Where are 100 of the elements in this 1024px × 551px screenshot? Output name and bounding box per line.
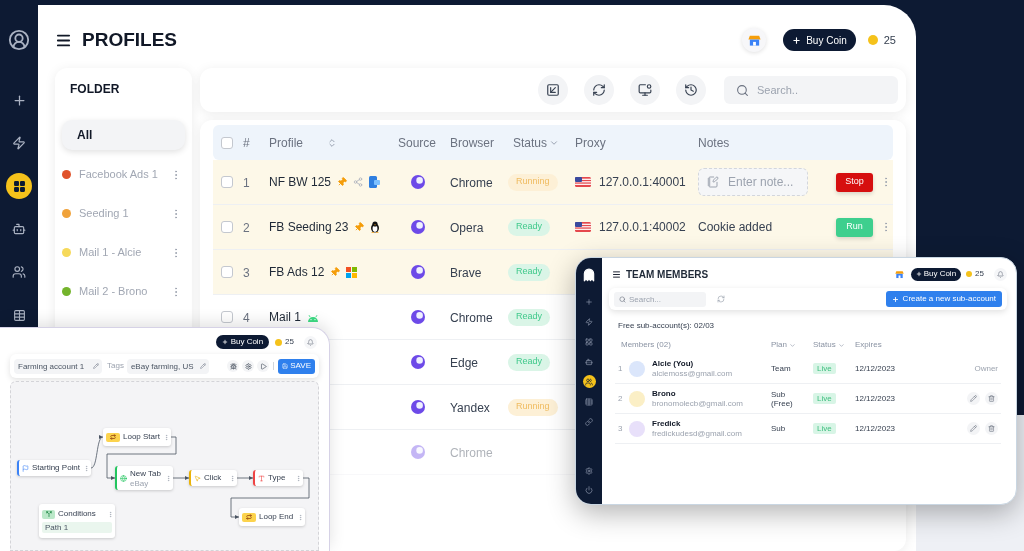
column-header: Source bbox=[398, 134, 437, 152]
delete-button[interactable] bbox=[985, 422, 998, 435]
profile-name: NF BW 125 bbox=[269, 174, 331, 191]
create-sub-account-button[interactable]: Create a new sub-account bbox=[885, 291, 1002, 307]
workflow-node[interactable]: Type bbox=[253, 470, 303, 486]
note-input-field[interactable]: Enter note... bbox=[698, 168, 808, 196]
source-logo-icon bbox=[410, 310, 425, 324]
proxy-address: 127.0.0.1:40002 bbox=[599, 219, 686, 236]
lightning-icon bbox=[12, 136, 26, 150]
browser-name: Opera bbox=[450, 221, 484, 235]
node-title: Conditions bbox=[58, 509, 96, 519]
robot-icon bbox=[12, 222, 26, 236]
status-badge: Ready bbox=[508, 218, 550, 236]
grid-icon bbox=[585, 337, 593, 346]
monitor-button[interactable] bbox=[630, 75, 660, 105]
save-icon bbox=[282, 363, 289, 369]
tags-input-field[interactable]: eBay farming, US bbox=[126, 358, 209, 374]
coin-icon bbox=[966, 271, 973, 277]
source-logo-icon bbox=[410, 220, 425, 234]
pencil-icon bbox=[93, 363, 99, 369]
stop-button[interactable]: Stop bbox=[836, 172, 873, 192]
flag-icon bbox=[575, 177, 591, 187]
grid-icon bbox=[12, 179, 26, 193]
window-title: TEAM MEMBERS bbox=[626, 267, 709, 282]
bell-icon bbox=[997, 270, 1004, 278]
branch-icon bbox=[42, 509, 55, 519]
column-header: Notes bbox=[698, 134, 730, 152]
member-name: Fredick bbox=[652, 418, 682, 429]
workflow-node[interactable]: Loop End bbox=[239, 508, 305, 526]
note-text: Cookie added bbox=[698, 219, 773, 236]
save-button[interactable]: SAVE bbox=[278, 358, 315, 374]
shop-icon[interactable] bbox=[894, 269, 905, 279]
sort-icon[interactable] bbox=[327, 137, 337, 148]
share-icon bbox=[353, 177, 363, 187]
loop-icon bbox=[242, 512, 256, 522]
shop-icon[interactable] bbox=[742, 28, 767, 52]
search-field[interactable]: Search.. bbox=[724, 76, 898, 104]
edit-button[interactable] bbox=[967, 392, 980, 405]
node-subtitle: eBay bbox=[130, 478, 150, 488]
globe-icon bbox=[120, 474, 127, 482]
role-text: Owner bbox=[974, 362, 998, 375]
checkbox[interactable] bbox=[221, 311, 233, 323]
coin-count: 25 bbox=[285, 336, 294, 348]
bell-button[interactable] bbox=[994, 267, 1007, 281]
menu-icon[interactable] bbox=[612, 269, 621, 279]
field-label: Tags bbox=[107, 360, 124, 372]
column-header: Status bbox=[513, 134, 548, 152]
node-title: Loop End bbox=[259, 512, 294, 522]
expiry-date: 12/12/2023 bbox=[854, 422, 897, 435]
bell-button[interactable] bbox=[304, 335, 317, 349]
row-number: 4 bbox=[243, 311, 250, 325]
buy-coin-button[interactable]: Buy Coin bbox=[910, 267, 962, 281]
buy-coin-button[interactable]: Buy Coin bbox=[215, 335, 270, 349]
settings-button[interactable] bbox=[242, 360, 255, 372]
history-button[interactable] bbox=[676, 75, 706, 105]
app-icon bbox=[369, 176, 380, 188]
search-field[interactable]: Search... bbox=[614, 291, 706, 307]
buy-coin-button[interactable]: Buy Coin bbox=[783, 29, 856, 51]
refresh-icon bbox=[592, 83, 606, 97]
trash-icon bbox=[988, 425, 995, 432]
status-badge: Live bbox=[813, 363, 836, 374]
sidebar-nav-button[interactable] bbox=[6, 173, 32, 199]
import-icon bbox=[546, 83, 560, 97]
name-input-field[interactable]: Farming account 1 bbox=[14, 358, 102, 374]
workflow-node[interactable]: Click bbox=[189, 470, 237, 486]
import-button[interactable] bbox=[538, 75, 568, 105]
column-header: Status bbox=[813, 339, 836, 351]
account-icon bbox=[8, 29, 30, 51]
play-button[interactable] bbox=[257, 360, 270, 372]
sidebar-nav-button[interactable] bbox=[6, 27, 32, 53]
workflow-node[interactable]: Starting Point bbox=[17, 460, 91, 476]
edit-button[interactable] bbox=[967, 422, 980, 435]
checkbox[interactable] bbox=[221, 266, 233, 278]
lightning-icon bbox=[585, 317, 593, 326]
plus-icon bbox=[891, 295, 899, 303]
delete-button[interactable] bbox=[985, 392, 998, 405]
plan-text: Sub (Free) bbox=[770, 389, 794, 408]
bell-icon bbox=[307, 338, 314, 346]
refresh-icon[interactable] bbox=[717, 295, 725, 303]
caret-icon[interactable] bbox=[837, 341, 845, 349]
checkbox[interactable] bbox=[221, 136, 233, 149]
column-header: Expires bbox=[855, 339, 882, 351]
caret-icon[interactable] bbox=[789, 341, 796, 349]
table-icon bbox=[585, 397, 593, 406]
bug-button[interactable] bbox=[227, 360, 240, 372]
row-number: 3 bbox=[617, 422, 624, 435]
refresh-button[interactable] bbox=[584, 75, 614, 105]
search-icon bbox=[619, 295, 626, 303]
plus-icon bbox=[221, 339, 228, 345]
checkbox[interactable] bbox=[221, 176, 233, 188]
note-icon bbox=[707, 176, 719, 188]
sidebar-nav-button[interactable] bbox=[582, 375, 596, 388]
checkbox[interactable] bbox=[221, 221, 233, 233]
workflow-node[interactable]: Conditions Path 1 bbox=[39, 504, 115, 538]
workflow-node[interactable]: New Tab eBay bbox=[115, 466, 173, 490]
flag-icon bbox=[22, 464, 29, 472]
plan-text: Sub bbox=[770, 424, 787, 433]
browser-name: Brave bbox=[450, 266, 482, 280]
folder-item[interactable]: All bbox=[62, 120, 185, 150]
workflow-node[interactable]: Loop Start bbox=[103, 428, 171, 446]
